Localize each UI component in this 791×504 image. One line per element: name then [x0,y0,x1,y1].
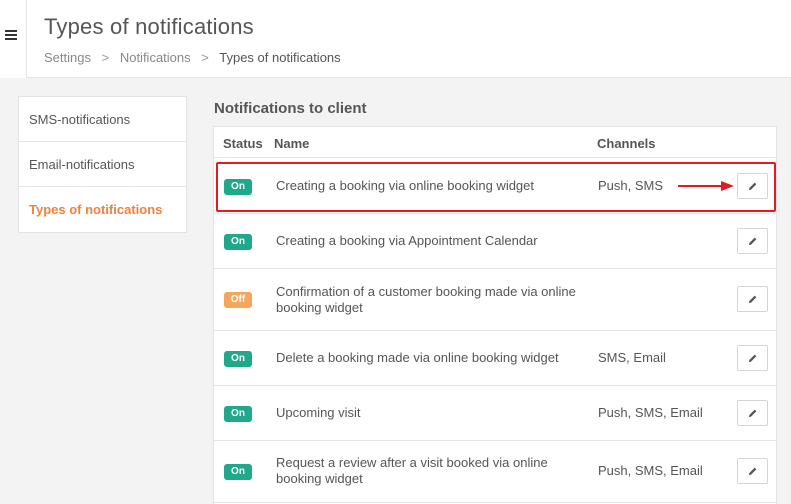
status-toggle[interactable]: On [224,406,252,422]
notification-channels: SMS, Email [598,350,666,365]
page-header: Types of notifications Settings > Notifi… [27,0,791,78]
sidebar-item-types-of-notifications[interactable]: Types of notifications [19,187,186,232]
settings-sidebar: SMS-notifications Email-notifications Ty… [18,96,187,233]
edit-button[interactable] [737,286,768,312]
status-toggle[interactable]: On [224,179,252,195]
edit-button[interactable] [737,345,768,371]
status-toggle[interactable]: On [224,351,252,367]
notification-name: Creating a booking via Appointment Calen… [276,233,538,248]
pencil-icon [748,354,757,362]
breadcrumb-separator: > [201,50,209,65]
status-toggle[interactable]: Off [224,292,252,308]
notification-name: Creating a booking via online booking wi… [276,178,535,193]
page-title: Types of notifications [44,14,254,39]
pencil-icon [748,467,757,475]
section-title: Notifications to client [214,100,367,117]
notification-channels: Push, SMS [598,178,664,193]
notification-name: Delete a booking made via online booking… [276,350,559,365]
pencil-icon [748,295,757,303]
menu-rail [0,0,27,78]
annotation-arrow-icon [678,181,734,191]
hamburger-menu-icon[interactable] [5,30,17,40]
table-row: On Creating a booking via Appointment Ca… [214,214,776,269]
status-toggle[interactable]: On [224,234,252,250]
table-row: On Request a review after a visit booked… [214,441,776,503]
column-header-status: Status [223,136,263,151]
column-header-name: Name [274,136,310,151]
notification-name: Confirmation of a customer booking made … [276,284,576,315]
table-header: Status Name Channels [214,127,776,158]
pencil-icon [748,237,757,245]
sidebar-item-email-notifications[interactable]: Email-notifications [19,142,186,187]
breadcrumb: Settings > Notifications > Types of noti… [44,50,341,65]
notification-channels: Push, SMS, Email [598,463,703,478]
column-header-channels: Channels [597,136,656,151]
breadcrumb-settings[interactable]: Settings [44,50,91,65]
notification-name: Upcoming visit [276,405,361,420]
edit-button[interactable] [737,173,768,199]
table-row: Off Confirmation of a customer booking m… [214,269,776,331]
status-toggle[interactable]: On [224,464,252,480]
sidebar-item-sms-notifications[interactable]: SMS-notifications [19,97,186,142]
notification-channels: Push, SMS, Email [598,405,703,420]
breadcrumb-current: Types of notifications [219,50,341,65]
edit-button[interactable] [737,458,768,484]
edit-button[interactable] [737,228,768,254]
edit-button[interactable] [737,400,768,426]
table-row: On Upcoming visit Push, SMS, Email [214,386,776,441]
table-row: On Delete a booking made via online book… [214,331,776,386]
pencil-icon [748,409,757,417]
breadcrumb-separator: > [101,50,110,65]
pencil-icon [748,182,757,190]
notification-name: Request a review after a visit booked vi… [276,455,548,486]
breadcrumb-notifications[interactable]: Notifications [120,50,191,65]
